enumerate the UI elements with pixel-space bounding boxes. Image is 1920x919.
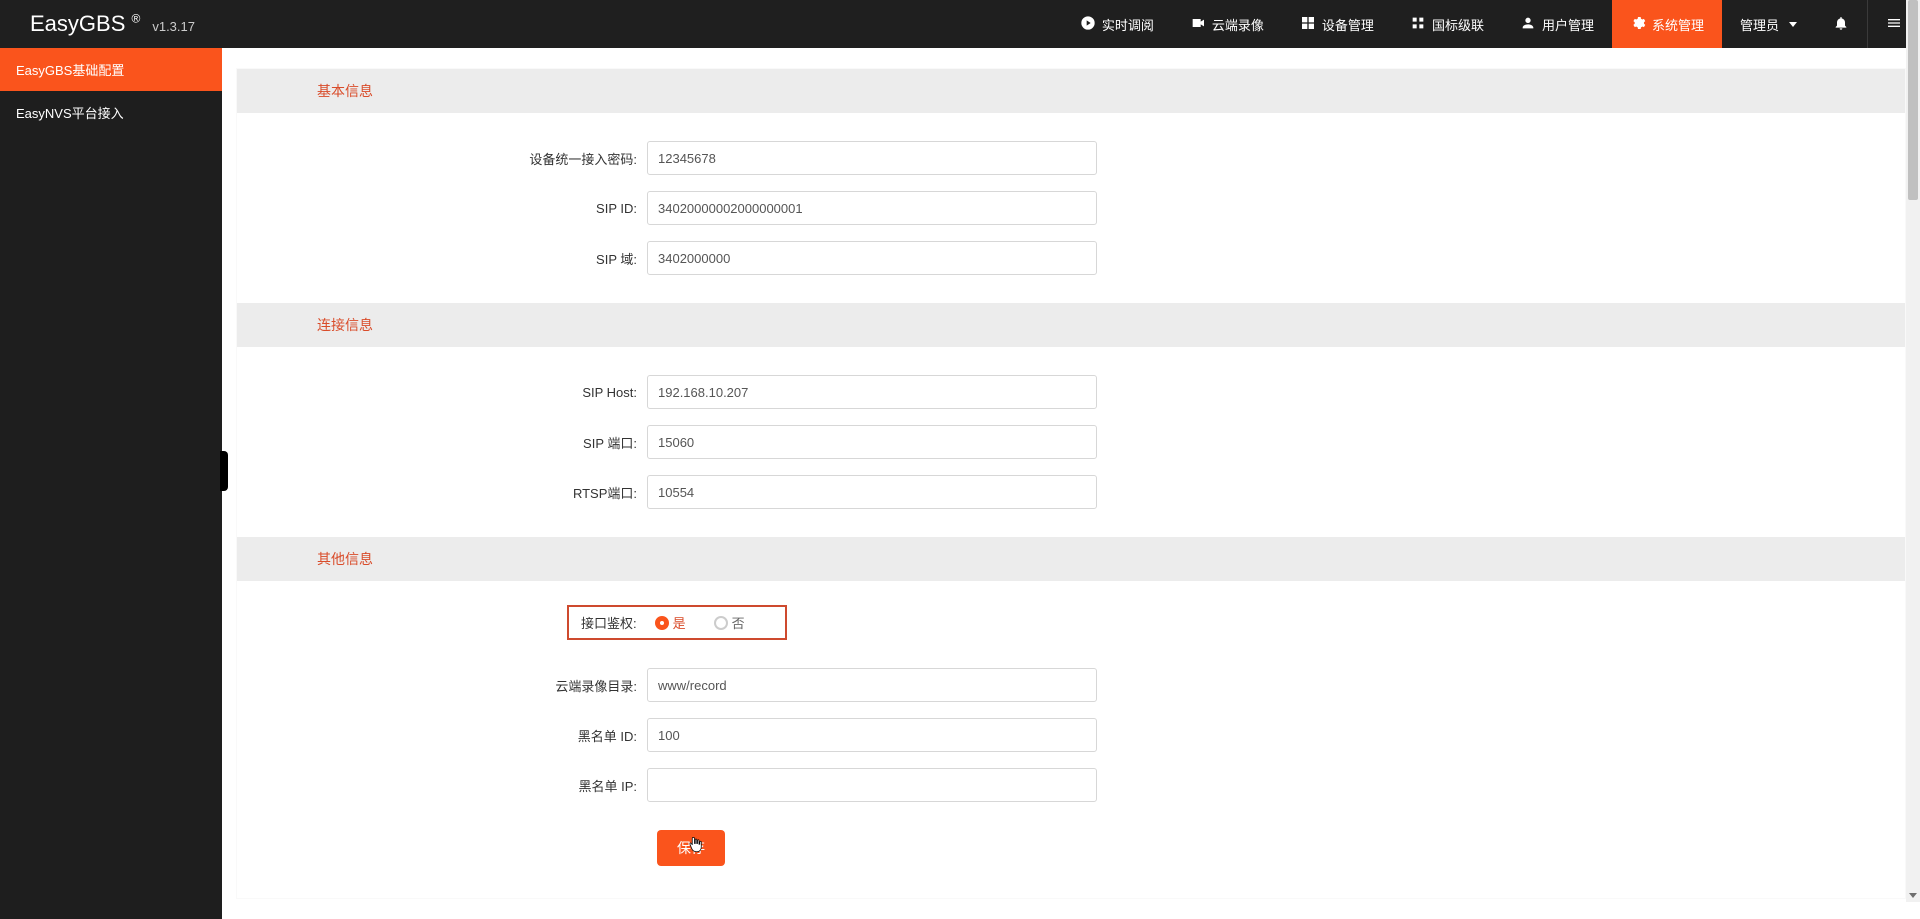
label-auth: 接口鉴权: — [581, 613, 637, 632]
user-menu[interactable]: 管理员 — [1722, 0, 1815, 48]
radio-dot-icon — [714, 616, 728, 630]
input-blacklist-ip[interactable] — [647, 768, 1097, 802]
section-basic-body: 设备统一接入密码: SIP ID: SIP 域: — [237, 113, 1905, 303]
row-device-password: 设备统一接入密码: — [237, 141, 1905, 175]
row-sip-port: SIP 端口: — [237, 425, 1905, 459]
sidebar-item-label: EasyNVS平台接入 — [16, 106, 124, 121]
label-blacklist-ip: 黑名单 IP: — [237, 776, 647, 795]
label-sip-port: SIP 端口: — [237, 433, 647, 452]
row-sip-host: SIP Host: — [237, 375, 1905, 409]
nav-cloud-record[interactable]: 云端录像 — [1172, 0, 1282, 48]
user-icon — [1520, 15, 1536, 34]
vertical-scrollbar[interactable] — [1906, 0, 1920, 902]
nav-gb-cascade[interactable]: 国标级联 — [1392, 0, 1502, 48]
save-row: 保存 — [237, 818, 1905, 886]
auth-highlight-box: 接口鉴权: 是 否 — [567, 605, 787, 640]
nav-system-mgmt[interactable]: 系统管理 — [1612, 0, 1722, 48]
row-blacklist-ip: 黑名单 IP: — [237, 768, 1905, 802]
nav-label: 国标级联 — [1432, 15, 1484, 34]
nav-label: 用户管理 — [1542, 15, 1594, 34]
chevron-down-icon — [1789, 22, 1797, 27]
section-basic-title: 基本信息 — [237, 69, 1905, 113]
input-rtsp-port[interactable] — [647, 475, 1097, 509]
label-blacklist-id: 黑名单 ID: — [237, 726, 647, 745]
nav-realtime[interactable]: 实时调阅 — [1062, 0, 1172, 48]
sidebar-item-basic-config[interactable]: EasyGBS基础配置 — [0, 48, 222, 91]
brand-name: EasyGBS ® — [30, 11, 140, 37]
gear-icon — [1630, 15, 1646, 34]
top-nav: 实时调阅 云端录像 设备管理 国标级联 用户管理 系统管理 管理员 — [1062, 0, 1920, 48]
input-device-password[interactable] — [647, 141, 1097, 175]
radio-auth-yes[interactable]: 是 — [655, 613, 686, 632]
play-circle-icon — [1080, 15, 1096, 34]
input-sip-host[interactable] — [647, 375, 1097, 409]
nav-label: 系统管理 — [1652, 15, 1704, 34]
bell-icon — [1833, 15, 1849, 34]
row-record-dir: 云端录像目录: — [237, 668, 1905, 702]
notifications-button[interactable] — [1815, 0, 1867, 48]
row-sip-domain: SIP 域: — [237, 241, 1905, 275]
cursor-hand-icon — [687, 836, 705, 854]
nav-user-mgmt[interactable]: 用户管理 — [1502, 0, 1612, 48]
label-rtsp-port: RTSP端口: — [237, 483, 647, 502]
brand-version: v1.3.17 — [152, 19, 195, 34]
input-record-dir[interactable] — [647, 668, 1097, 702]
grid-icon — [1300, 15, 1316, 34]
scroll-down-icon — [1906, 888, 1920, 902]
top-bar: EasyGBS ® v1.3.17 实时调阅 云端录像 设备管理 国标级联 用户… — [0, 0, 1920, 48]
content-area: 基本信息 设备统一接入密码: SIP ID: SIP 域: 连接信息 — [222, 48, 1920, 919]
label-device-password: 设备统一接入密码: — [237, 149, 647, 168]
sidebar: EasyGBS基础配置 EasyNVS平台接入 — [0, 48, 222, 919]
brand: EasyGBS ® v1.3.17 — [30, 11, 195, 37]
cascade-icon — [1410, 15, 1426, 34]
sidebar-drag-handle[interactable] — [220, 451, 228, 491]
menu-icon — [1886, 15, 1902, 34]
sidebar-item-easynvs[interactable]: EasyNVS平台接入 — [0, 91, 222, 134]
section-other-body: 接口鉴权: 是 否 云端录像目录: 黑名单 ID: — [237, 581, 1905, 898]
section-conn-body: SIP Host: SIP 端口: RTSP端口: — [237, 347, 1905, 537]
nav-label: 实时调阅 — [1102, 15, 1154, 34]
label-sip-id: SIP ID: — [237, 201, 647, 216]
row-sip-id: SIP ID: — [237, 191, 1905, 225]
sidebar-item-label: EasyGBS基础配置 — [16, 63, 124, 78]
radio-dot-icon — [655, 616, 669, 630]
radio-label: 否 — [732, 613, 745, 632]
row-blacklist-id: 黑名单 ID: — [237, 718, 1905, 752]
scrollbar-thumb[interactable] — [1908, 0, 1918, 200]
radio-label: 是 — [673, 613, 686, 632]
nav-label: 云端录像 — [1212, 15, 1264, 34]
video-icon — [1190, 15, 1206, 34]
input-blacklist-id[interactable] — [647, 718, 1097, 752]
label-sip-host: SIP Host: — [237, 385, 647, 400]
main-layout: EasyGBS基础配置 EasyNVS平台接入 基本信息 设备统一接入密码: S… — [0, 48, 1920, 919]
input-sip-port[interactable] — [647, 425, 1097, 459]
label-sip-domain: SIP 域: — [237, 249, 647, 268]
row-rtsp-port: RTSP端口: — [237, 475, 1905, 509]
nav-device-mgmt[interactable]: 设备管理 — [1282, 0, 1392, 48]
nav-label: 设备管理 — [1322, 15, 1374, 34]
radio-auth-no[interactable]: 否 — [714, 613, 745, 632]
user-label: 管理员 — [1740, 15, 1779, 34]
section-conn-title: 连接信息 — [237, 303, 1905, 347]
config-panel: 基本信息 设备统一接入密码: SIP ID: SIP 域: 连接信息 — [236, 68, 1906, 899]
label-record-dir: 云端录像目录: — [237, 676, 647, 695]
input-sip-domain[interactable] — [647, 241, 1097, 275]
input-sip-id[interactable] — [647, 191, 1097, 225]
section-other-title: 其他信息 — [237, 537, 1905, 581]
